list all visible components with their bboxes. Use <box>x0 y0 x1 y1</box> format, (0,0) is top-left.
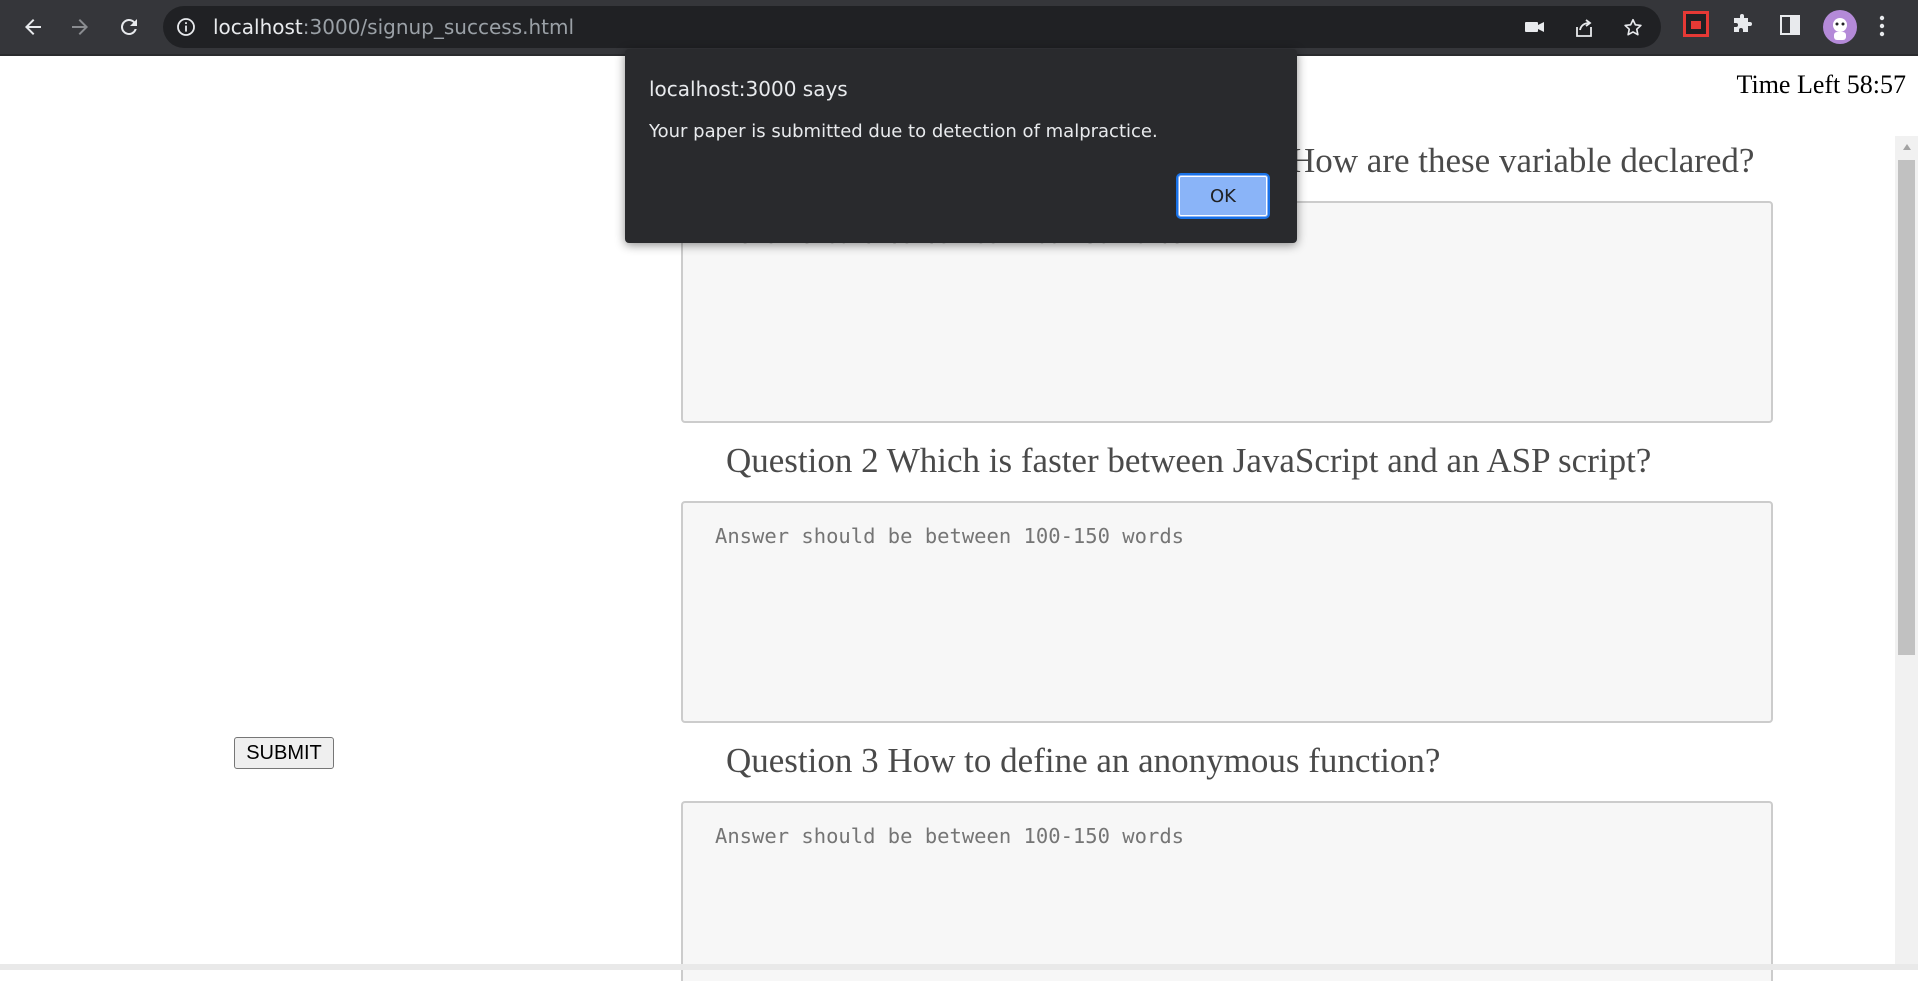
forward-icon[interactable] <box>63 10 97 44</box>
address-bar[interactable]: localhost:3000/signup_success.html <box>163 6 1661 48</box>
reload-icon[interactable] <box>112 10 146 44</box>
time-left-text: Time Left 58:57 <box>1736 70 1906 99</box>
kebab-menu-icon[interactable] <box>1877 14 1887 38</box>
question-1-text: How are these variable declared? <box>1290 141 1755 180</box>
question-2-text: Question 2 Which is faster between JavaS… <box>726 441 1652 480</box>
share-icon[interactable] <box>1573 17 1595 39</box>
extensions-puzzle-icon[interactable] <box>1731 13 1755 37</box>
extension-pdf-icon[interactable] <box>1683 11 1709 37</box>
browser-toolbar: localhost:3000/signup_success.html <box>0 0 1918 54</box>
url-text[interactable]: localhost:3000/signup_success.html <box>213 6 574 48</box>
answer-3-textarea[interactable]: Answer should be between 100-150 words <box>681 801 1773 981</box>
url-host: localhost <box>213 15 303 39</box>
site-info-icon[interactable] <box>176 17 196 37</box>
submit-button[interactable]: SUBMIT <box>234 737 334 769</box>
side-panel-icon[interactable] <box>1779 14 1801 36</box>
answer-2-placeholder: Answer should be between 100-150 words <box>715 524 1184 548</box>
question-3-text: Question 3 How to define an anonymous fu… <box>726 741 1441 780</box>
answer-2-textarea[interactable]: Answer should be between 100-150 words <box>681 501 1773 723</box>
camera-icon[interactable] <box>1524 17 1546 37</box>
dialog-message: Your paper is submitted due to detection… <box>649 121 1158 142</box>
ok-button[interactable]: OK <box>1176 173 1270 219</box>
bookmark-star-icon[interactable] <box>1622 17 1644 39</box>
alert-dialog: localhost:3000 says Your paper is submit… <box>625 49 1297 243</box>
dialog-title: localhost:3000 says <box>649 77 848 101</box>
scrollbar-thumb[interactable] <box>1898 160 1915 655</box>
url-path: :3000/signup_success.html <box>302 15 575 39</box>
bottom-edge <box>0 964 1918 970</box>
answer-3-placeholder: Answer should be between 100-150 words <box>715 824 1184 848</box>
scroll-up-arrow-icon[interactable] <box>1895 136 1918 158</box>
profile-avatar[interactable] <box>1823 10 1857 44</box>
back-icon[interactable] <box>16 10 50 44</box>
